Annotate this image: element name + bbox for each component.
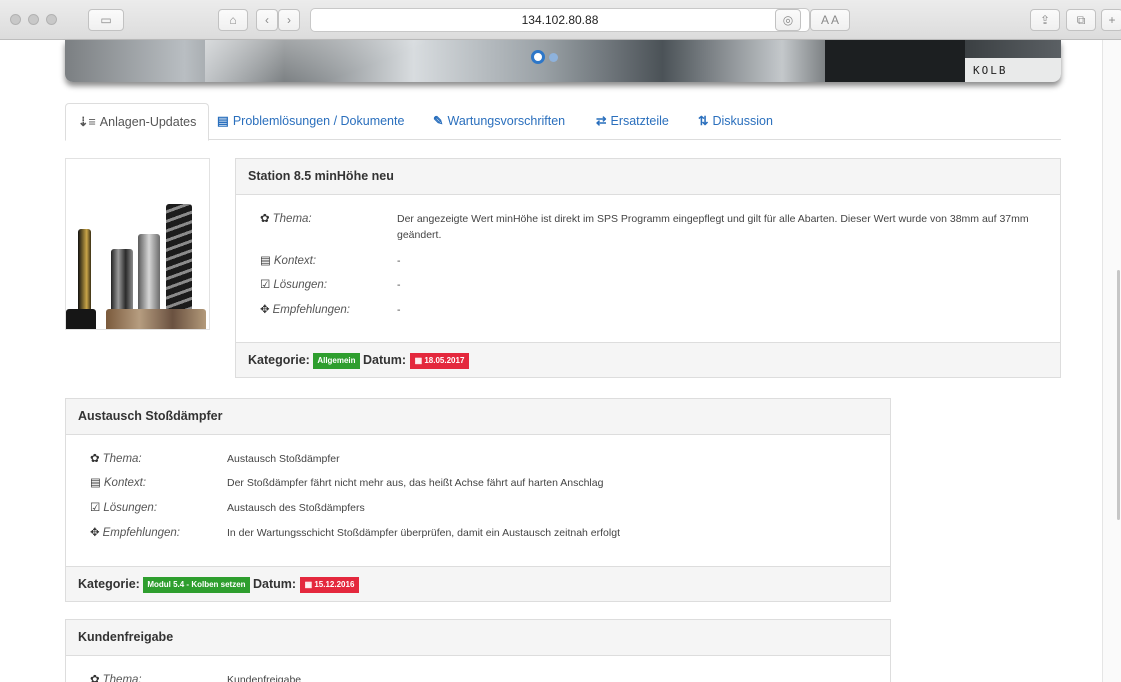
- tab-problemloesungen[interactable]: ▤ Problemlösungen / Dokumente: [217, 103, 404, 140]
- header-banner-image: KOLB: [65, 40, 1061, 82]
- forward-button[interactable]: ›: [278, 9, 300, 31]
- entry-title: Austausch Stoßdämpfer: [66, 399, 890, 435]
- arrows-icon: ✥: [260, 304, 270, 316]
- address-bar[interactable]: 134.102.80.88 ↻: [310, 8, 810, 32]
- zoom-window-button[interactable]: [46, 14, 57, 25]
- page-scrollbar-thumb[interactable]: [1117, 270, 1120, 520]
- tab-label: Diskussion: [712, 114, 773, 128]
- gear-icon: ✿: [90, 453, 100, 465]
- category-badge: Modul 5.4 - Kolben setzen: [143, 576, 250, 593]
- update-entry-panel: Austausch Stoßdämpfer ✿ Thema: Austausch …: [65, 398, 891, 602]
- arrows-icon: ✥: [90, 527, 100, 539]
- kontext-label: ▤ Kontext:: [90, 477, 147, 489]
- carousel-indicator-active[interactable]: [531, 50, 545, 64]
- list-icon: ▤: [90, 477, 101, 489]
- calendar-icon: ▦: [304, 579, 315, 589]
- thema-label: ✿ Thema:: [260, 213, 312, 225]
- date-badge: ▦ 15.12.2016: [299, 576, 360, 593]
- tool-holder: [66, 309, 96, 329]
- section-tabs: ⇣≡ Anlagen-Updates ▤ Problemlösungen / Dok…: [65, 103, 1061, 141]
- kategorie-label: Kategorie:: [248, 353, 310, 367]
- tool-shanks: [106, 309, 206, 329]
- loesungen-label: ☑ Lösungen:: [90, 502, 158, 514]
- sort-icon: ⇣≡: [78, 115, 96, 129]
- tabs-overview-button[interactable]: ⧉: [1066, 9, 1096, 31]
- gear-icon: ✿: [90, 674, 100, 682]
- entry-footer: Kategorie: Allgemein Datum: ▦ 18.05.2017: [236, 342, 1060, 377]
- loesungen-value: Austausch des Stoßdämpfers: [227, 502, 365, 514]
- minimize-window-button[interactable]: [28, 14, 39, 25]
- kontext-label: ▤ Kontext:: [260, 255, 317, 267]
- privacy-icon[interactable]: ◎: [775, 9, 801, 31]
- thema-value: Kundenfreigabe: [227, 674, 302, 682]
- tab-ersatzteile[interactable]: ⇄ Ersatzteile: [596, 103, 669, 140]
- empfehlungen-label: ✥ Empfehlungen:: [90, 527, 181, 539]
- check-square-icon: ☑: [90, 502, 101, 514]
- banner-label: KOLB: [965, 58, 1061, 82]
- update-entry-panel: Station 8.5 minHöhe neu ✿ Thema: Der ange…: [235, 158, 1061, 378]
- share-button[interactable]: ⇪: [1030, 9, 1060, 31]
- thema-label: ✿ Thema:: [90, 672, 142, 682]
- check-square-icon: ☑: [260, 279, 271, 291]
- retweet-icon: ⇅: [698, 114, 709, 128]
- entry-title: Kundenfreigabe: [66, 620, 890, 656]
- exchange-icon: ⇄: [596, 114, 607, 128]
- update-entry-panel: Kundenfreigabe ✿ Thema: Kundenfreigabe: [65, 619, 891, 682]
- banner-highlight: [205, 40, 425, 82]
- loesungen-value: -: [397, 279, 401, 291]
- category-badge: Allgemein: [313, 352, 360, 369]
- kontext-value: -: [397, 255, 401, 267]
- thema-value: Der angezeigte Wert minHöhe ist direkt i…: [397, 213, 1029, 241]
- loesungen-label: ☑ Lösungen:: [260, 279, 328, 291]
- datum-label: Datum:: [253, 577, 297, 591]
- tab-label: Ersatzteile: [610, 114, 669, 128]
- tab-label: Wartungsvorschriften: [447, 114, 566, 128]
- tab-label: Anlagen-Updates: [99, 115, 197, 129]
- entry-title: Station 8.5 minHöhe neu: [236, 159, 1060, 195]
- tab-anlagen-updates[interactable]: ⇣≡ Anlagen-Updates: [65, 103, 210, 141]
- url-text: 134.102.80.88: [521, 13, 599, 27]
- list-icon: ▤: [260, 255, 271, 267]
- milling-tools-image: [65, 158, 210, 330]
- calendar-icon: ▦: [414, 355, 425, 365]
- kategorie-label: Kategorie:: [78, 577, 140, 591]
- browser-toolbar: ▭ ⌂ ‹ › 134.102.80.88 ↻ ◎ A A ⇪ ⧉ +: [0, 0, 1121, 40]
- sidebar-toggle-button[interactable]: ▭: [88, 9, 124, 31]
- new-tab-button[interactable]: +: [1101, 9, 1121, 31]
- pencil-icon: ✎: [433, 114, 444, 128]
- tab-wartungsvorschriften[interactable]: ✎ Wartungsvorschriften: [433, 103, 565, 140]
- tab-diskussion[interactable]: ⇅ Diskussion: [698, 103, 773, 140]
- tab-label: Problemlösungen / Dokumente: [232, 114, 405, 128]
- back-button[interactable]: ‹: [256, 9, 278, 31]
- empfehlungen-label: ✥ Empfehlungen:: [260, 304, 351, 316]
- save-icon: ▤: [217, 114, 229, 128]
- empfehlungen-value: -: [397, 304, 401, 316]
- thema-label: ✿ Thema:: [90, 453, 142, 465]
- kontext-value: Der Stoßdämpfer fährt nicht mehr aus, da…: [227, 477, 604, 489]
- gear-icon: ✿: [260, 213, 270, 225]
- empfehlungen-value: In der Wartungsschicht Stoßdämpfer überp…: [227, 527, 620, 539]
- banner-dark-area: [825, 40, 965, 82]
- entry-footer: Kategorie: Modul 5.4 - Kolben setzen Dat…: [66, 566, 890, 601]
- thema-value: Austausch Stoßdämpfer: [227, 453, 340, 465]
- close-window-button[interactable]: [10, 14, 21, 25]
- text-size-button[interactable]: A A: [810, 9, 850, 31]
- window-controls[interactable]: [10, 14, 57, 25]
- date-badge: ▦ 18.05.2017: [409, 352, 470, 369]
- datum-label: Datum:: [363, 353, 407, 367]
- home-button[interactable]: ⌂: [218, 9, 248, 31]
- carousel-indicator[interactable]: [549, 53, 558, 62]
